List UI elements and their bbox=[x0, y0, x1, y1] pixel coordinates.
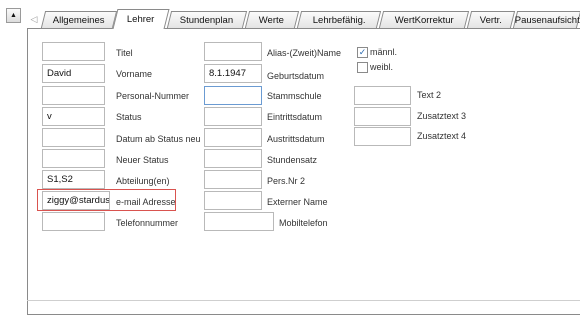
title-field[interactable] bbox=[42, 42, 105, 61]
personnel-number-2-field[interactable] bbox=[204, 170, 262, 189]
phone-label: Telefonnummer bbox=[116, 218, 179, 228]
extra-text-4-field[interactable] bbox=[354, 127, 411, 146]
status-label: Status bbox=[116, 112, 142, 122]
tab-strip: ◁ Allgemeines Lehrer Stundenplan Werte L… bbox=[27, 8, 580, 30]
tab-vertr[interactable]: Vertr. bbox=[466, 11, 516, 28]
alias-name-field[interactable] bbox=[204, 42, 262, 61]
tab-scroll-left-icon[interactable]: ◁ bbox=[27, 12, 41, 26]
hourly-rate-label: Stundensatz bbox=[267, 155, 318, 165]
text-2-field[interactable] bbox=[354, 86, 411, 105]
hourly-rate-field[interactable] bbox=[204, 149, 262, 168]
exit-date-label: Austrittsdatum bbox=[267, 134, 325, 144]
entry-date-field[interactable] bbox=[204, 107, 262, 126]
extra-text-3-field[interactable] bbox=[354, 107, 411, 126]
home-school-label: Stammschule bbox=[267, 91, 322, 101]
tab-lehrbefaehig[interactable]: Lehrbefähig. bbox=[296, 11, 382, 28]
tab-pausenaufsicht[interactable]: Pausenaufsicht bbox=[512, 11, 580, 28]
male-checkbox[interactable]: ✓ bbox=[357, 47, 368, 58]
department-label: Abteilung(en) bbox=[116, 176, 170, 186]
personnel-number-field[interactable] bbox=[42, 86, 105, 105]
alias-name-label: Alias-(Zweit)Name bbox=[267, 48, 342, 58]
new-status-label: Neuer Status bbox=[116, 155, 169, 165]
tab-werte[interactable]: Werte bbox=[244, 11, 300, 28]
tab-wertkorrektur[interactable]: WertKorrektur bbox=[378, 11, 470, 28]
text-2-label: Text 2 bbox=[417, 90, 442, 100]
status-field[interactable]: v bbox=[42, 107, 105, 126]
title-label: Titel bbox=[116, 48, 133, 58]
extra-text-4-label: Zusatztext 4 bbox=[417, 131, 467, 141]
female-checkbox[interactable] bbox=[357, 62, 368, 73]
teacher-form-window: ▲ ◁ Allgemeines Lehrer Stundenplan Werte… bbox=[0, 0, 580, 321]
birth-date-field[interactable]: 8.1.1947 bbox=[204, 64, 262, 83]
tab-lehrer[interactable]: Lehrer bbox=[112, 9, 170, 29]
first-name-field[interactable]: David bbox=[42, 64, 105, 83]
department-field[interactable]: S1,S2 bbox=[42, 170, 105, 189]
personnel-number-label: Personal-Nummer bbox=[116, 91, 190, 101]
external-name-field[interactable] bbox=[204, 191, 262, 210]
entry-date-label: Eintrittsdatum bbox=[267, 112, 323, 122]
new-status-field[interactable] bbox=[42, 149, 105, 168]
mobile-phone-label: Mobiltelefon bbox=[279, 218, 328, 228]
female-label: weibl. bbox=[370, 62, 394, 72]
checkmark-icon: ✓ bbox=[358, 47, 367, 57]
personnel-number-2-label: Pers.Nr 2 bbox=[267, 176, 306, 186]
tab-stundenplan[interactable]: Stundenplan bbox=[166, 11, 248, 28]
triangle-up-icon: ▲ bbox=[10, 12, 17, 19]
exit-date-field[interactable] bbox=[204, 128, 262, 147]
phone-field[interactable] bbox=[42, 212, 105, 231]
home-school-field[interactable] bbox=[204, 86, 262, 105]
extra-text-3-label: Zusatztext 3 bbox=[417, 111, 467, 121]
status-date-field[interactable] bbox=[42, 128, 105, 147]
email-label: e-mail Adresse bbox=[116, 197, 176, 207]
birth-date-label: Geburtsdatum bbox=[267, 71, 325, 81]
external-name-label: Externer Name bbox=[267, 197, 328, 207]
tab-allgemeines[interactable]: Allgemeines bbox=[40, 11, 118, 28]
email-field[interactable]: ziggy@stardust.u bbox=[42, 191, 110, 210]
status-date-label: Datum ab Status neu bbox=[116, 134, 201, 144]
mobile-phone-field[interactable] bbox=[204, 212, 274, 231]
scroll-up-button[interactable]: ▲ bbox=[6, 8, 21, 23]
male-label: männl. bbox=[370, 47, 398, 57]
first-name-label: Vorname bbox=[116, 69, 153, 79]
panel-divider bbox=[27, 300, 580, 301]
